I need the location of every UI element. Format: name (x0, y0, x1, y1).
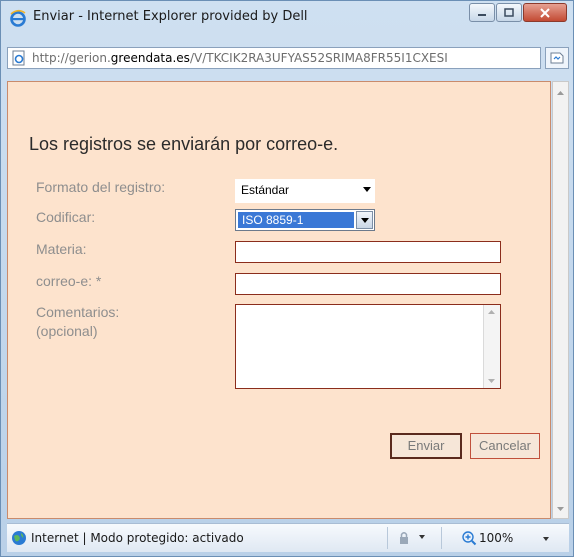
title-bar: Enviar - Internet Explorer provided by D… (1, 1, 573, 35)
security-settings-button[interactable] (395, 529, 435, 547)
maximize-button[interactable] (496, 3, 522, 22)
status-bar: Internet | Modo protegido: activado 100% (7, 523, 569, 552)
zoom-level: 100% (479, 531, 514, 545)
format-select-value: Estándar (241, 183, 290, 197)
encode-label: Codificar: (36, 209, 96, 225)
lock-icon (400, 532, 408, 544)
minimize-button[interactable] (469, 3, 495, 22)
scroll-down-icon (488, 379, 495, 383)
compatibility-button[interactable] (545, 47, 569, 69)
subject-label: Materia: (36, 241, 87, 257)
scroll-up-icon (488, 310, 495, 314)
send-button[interactable]: Enviar (390, 433, 462, 459)
page-scrollbar[interactable] (552, 81, 569, 519)
address-bar[interactable]: http://gerion.greendata.es/V/TKCIK2RA3UF… (7, 47, 541, 69)
email-input[interactable] (235, 273, 501, 295)
chevron-down-icon (363, 187, 371, 192)
minimize-icon (478, 13, 486, 16)
security-zone-text: Internet | Modo protegido: activado (31, 531, 244, 545)
window-controls (468, 3, 567, 22)
url-path: /V/TKCIK2RA3UFYAS52SRIMA8FR55I1CXESI (189, 51, 448, 65)
chevron-down-icon (419, 535, 425, 539)
maximize-icon (504, 8, 514, 17)
format-label: Formato del registro: (36, 179, 166, 195)
zoom-button[interactable]: 100% (461, 528, 565, 548)
encode-select[interactable]: ISO 8859-1 (235, 209, 375, 231)
status-divider (441, 527, 442, 549)
comments-textarea[interactable] (235, 304, 501, 389)
url-domain: greendata.es (110, 51, 190, 65)
scroll-down-icon (557, 507, 564, 511)
address-url: http://gerion.greendata.es/V/TKCIK2RA3UF… (32, 51, 538, 65)
browser-window: Enviar - Internet Explorer provided by D… (0, 0, 574, 557)
chevron-down-icon (361, 218, 369, 223)
comments-label: Comentarios: (36, 304, 120, 320)
subject-input[interactable] (235, 241, 501, 263)
dialog-heading: Los registros se enviarán por correo-e. (29, 134, 339, 154)
globe-icon (12, 531, 26, 545)
status-divider (387, 527, 388, 549)
close-icon (540, 7, 550, 18)
textarea-scrollbar[interactable] (483, 305, 500, 388)
window-title: Enviar - Internet Explorer provided by D… (33, 9, 308, 24)
encode-select-value: ISO 8859-1 (242, 213, 304, 227)
dropdown-button[interactable] (356, 211, 373, 229)
chevron-down-icon (543, 537, 549, 541)
page-icon (12, 50, 25, 66)
compatibility-icon (550, 52, 564, 64)
close-button[interactable] (523, 3, 567, 22)
cancel-button[interactable]: Cancelar (470, 433, 540, 459)
email-label: correo-e: * (36, 273, 102, 289)
scroll-up-icon (557, 91, 564, 95)
comments-optional-label: (opcional) (36, 323, 98, 339)
format-select[interactable]: Estándar (235, 179, 375, 203)
url-prefix: http://gerion. (32, 51, 111, 65)
zoom-icon (462, 531, 477, 546)
ie-logo-icon (10, 9, 26, 27)
